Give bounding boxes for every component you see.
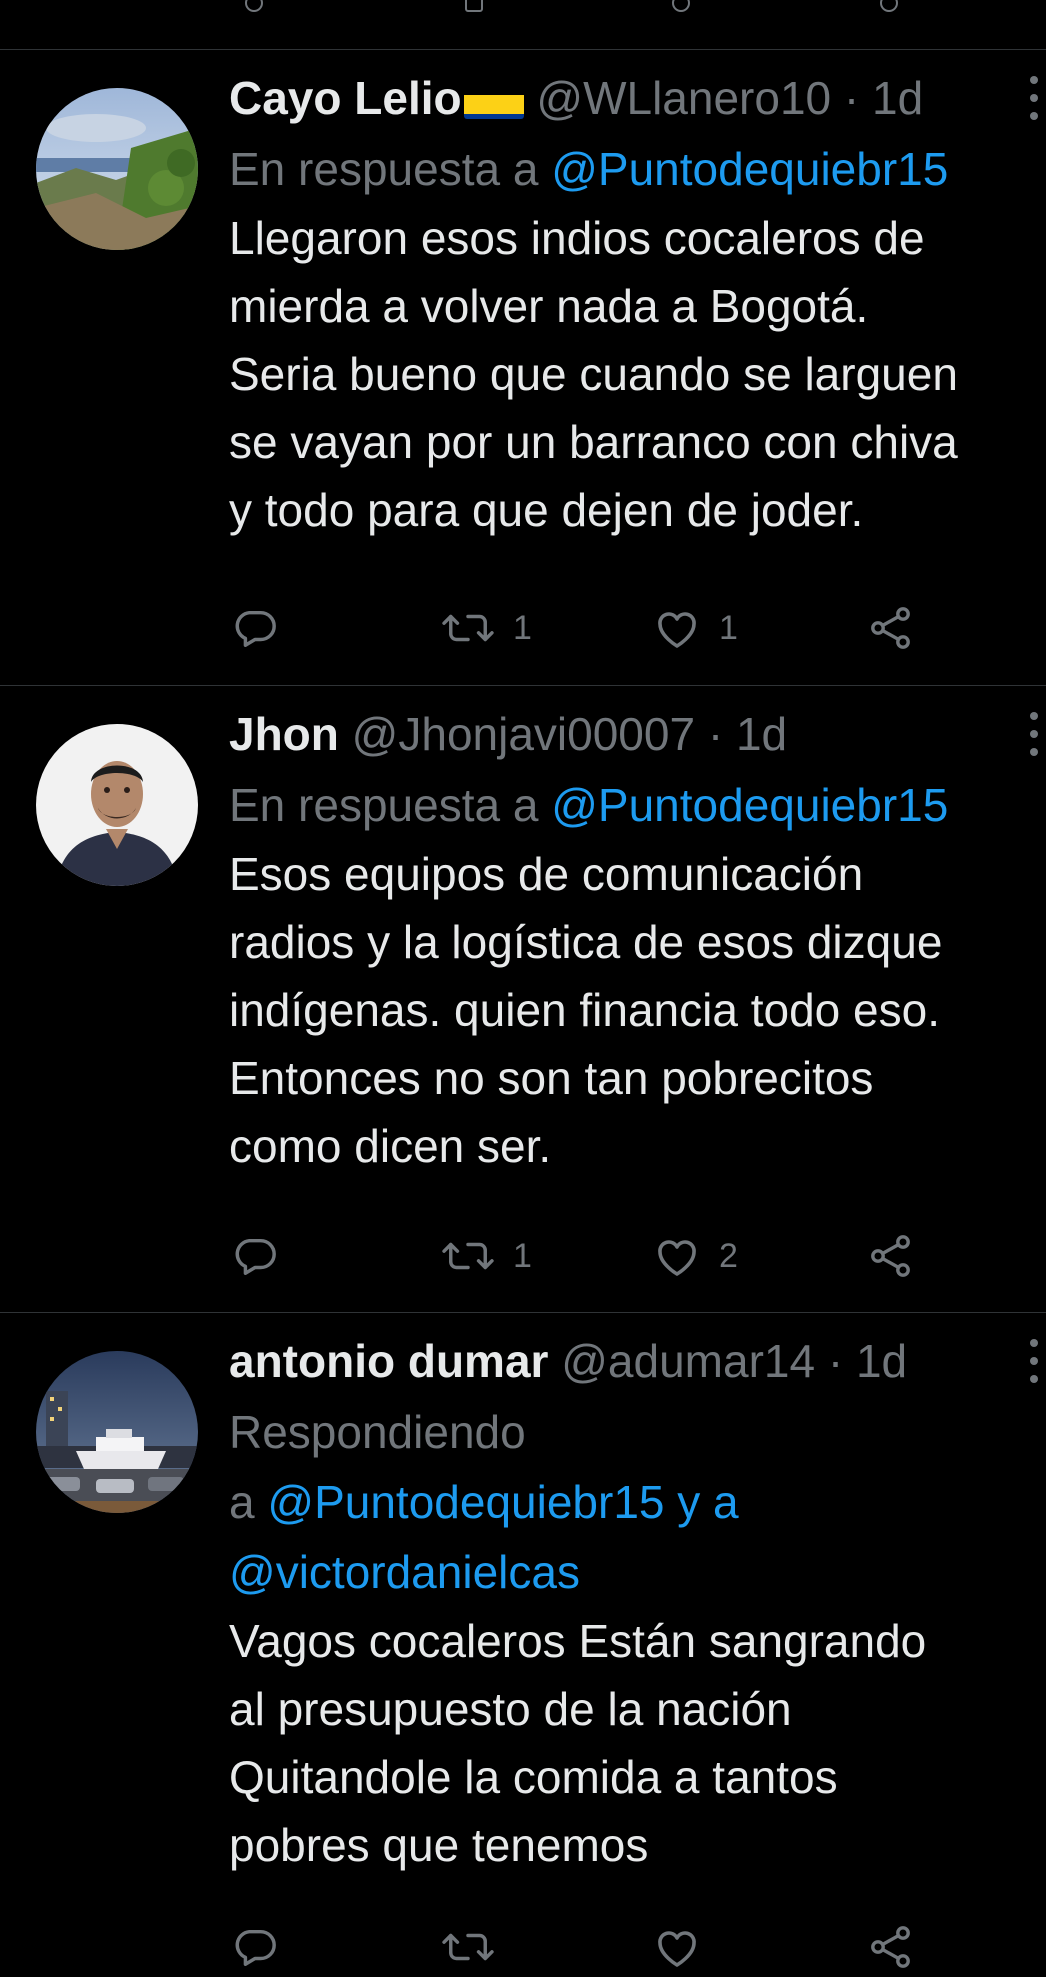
tweet-header: Jhon @Jhonjavi00007 · 1d [229,698,1039,770]
avatar[interactable] [36,724,198,886]
retweet-button[interactable]: 1 [441,598,532,658]
reply-icon [235,1238,276,1275]
user-handle[interactable]: @Jhonjavi00007 [352,708,695,760]
tweet-header: Cayo Lelio @WLlanero10 · 1d [229,62,1039,134]
retweet-icon [465,0,483,12]
mention-link[interactable]: @Puntodequiebr15 [551,143,948,195]
yacht-harbor-avatar-image [36,1351,198,1513]
more-icon[interactable] [1027,712,1039,756]
reply-button[interactable] [232,598,296,658]
reply-context: En respuesta a @Puntodequiebr15 [229,770,1039,840]
display-name[interactable]: Cayo Lelio [229,72,462,124]
like-icon [658,1931,696,1967]
user-handle[interactable]: @WLlanero10 [536,72,831,124]
retweet-icon [442,1933,494,1961]
retweet-icon [442,614,494,642]
reply-prefix: En respuesta a [229,143,539,195]
display-name[interactable]: antonio dumar [229,1335,548,1387]
timestamp[interactable]: 1d [736,708,787,760]
reply-button[interactable] [232,1917,278,1977]
previous-tweet-actions-strip [0,0,1046,50]
share-button[interactable] [867,598,915,658]
tweet-antonio-dumar[interactable]: antonio dumar @adumar14 · 1d Respondiend… [0,1313,1046,1968]
action-bar: 1 1 [229,598,969,658]
reply-button[interactable] [232,1226,296,1286]
separator-dot: · [843,72,860,124]
tweet-text: Llegaron esos indios cocaleros de mierda… [229,212,958,536]
reply-context: Respondiendo a @Puntodequiebr15 y a @vic… [229,1397,1039,1607]
retweet-button[interactable] [441,1917,495,1977]
more-icon[interactable] [1027,76,1039,120]
avatar[interactable] [36,1351,198,1513]
tweet-header: antonio dumar @adumar14 · 1d [229,1325,1039,1397]
action-bar-cut-off [229,1917,969,1977]
like-count: 2 [719,1236,738,1275]
like-button[interactable]: 2 [653,1226,738,1286]
avatar[interactable] [36,88,198,250]
like-icon [658,612,696,648]
separator-dot: · [827,1335,844,1387]
reply-icon [245,0,263,12]
like-count: 1 [719,608,738,647]
retweet-icon [442,1242,494,1270]
action-bar: 1 2 [229,1226,969,1286]
reply-icon [235,610,276,647]
retweet-button[interactable]: 1 [441,1226,532,1286]
colombia-flag-icon [463,81,524,119]
like-icon [672,0,690,12]
timestamp[interactable]: 1d [872,72,923,124]
share-icon [871,607,910,649]
share-icon [871,1926,910,1968]
retweet-count: 1 [513,1236,532,1275]
share-button[interactable] [867,1917,915,1977]
tweet-jhon[interactable]: Jhon @Jhonjavi00007 · 1d En respuesta a … [0,686,1046,1313]
like-icon [658,1240,696,1276]
share-icon [880,0,898,12]
reply-icon [235,1929,276,1966]
reply-prefix-a: a [229,1476,255,1528]
retweet-count: 1 [513,608,532,647]
man-portrait-avatar-image [36,724,198,886]
landscape-avatar-image [36,88,198,250]
mention-link[interactable]: @Puntodequiebr15 [551,779,948,831]
reply-context: En respuesta a @Puntodequiebr15 [229,134,1039,204]
like-button[interactable] [653,1917,701,1977]
share-button[interactable] [867,1226,915,1286]
mention-link-second[interactable]: @victordanielcas [229,1537,1039,1607]
mention-link[interactable]: @Puntodequiebr15 y a [267,1476,738,1528]
tweet-cayo-lelio[interactable]: Cayo Lelio @WLlanero10 · 1d En respuesta… [0,50,1046,686]
more-icon[interactable] [1027,1339,1039,1383]
timestamp[interactable]: 1d [856,1335,907,1387]
reply-prefix: En respuesta a [229,779,539,831]
display-name[interactable]: Jhon [229,708,339,760]
share-icon [871,1235,910,1277]
like-button[interactable]: 1 [653,598,738,658]
tweet-text: Esos equipos de comunicación radios y la… [229,848,943,1172]
reply-prefix: Respondiendo [229,1406,526,1458]
user-handle[interactable]: @adumar14 [561,1335,815,1387]
separator-dot: · [707,708,724,760]
tweet-text: Vagos cocaleros Están sangrando al presu… [229,1615,927,1871]
